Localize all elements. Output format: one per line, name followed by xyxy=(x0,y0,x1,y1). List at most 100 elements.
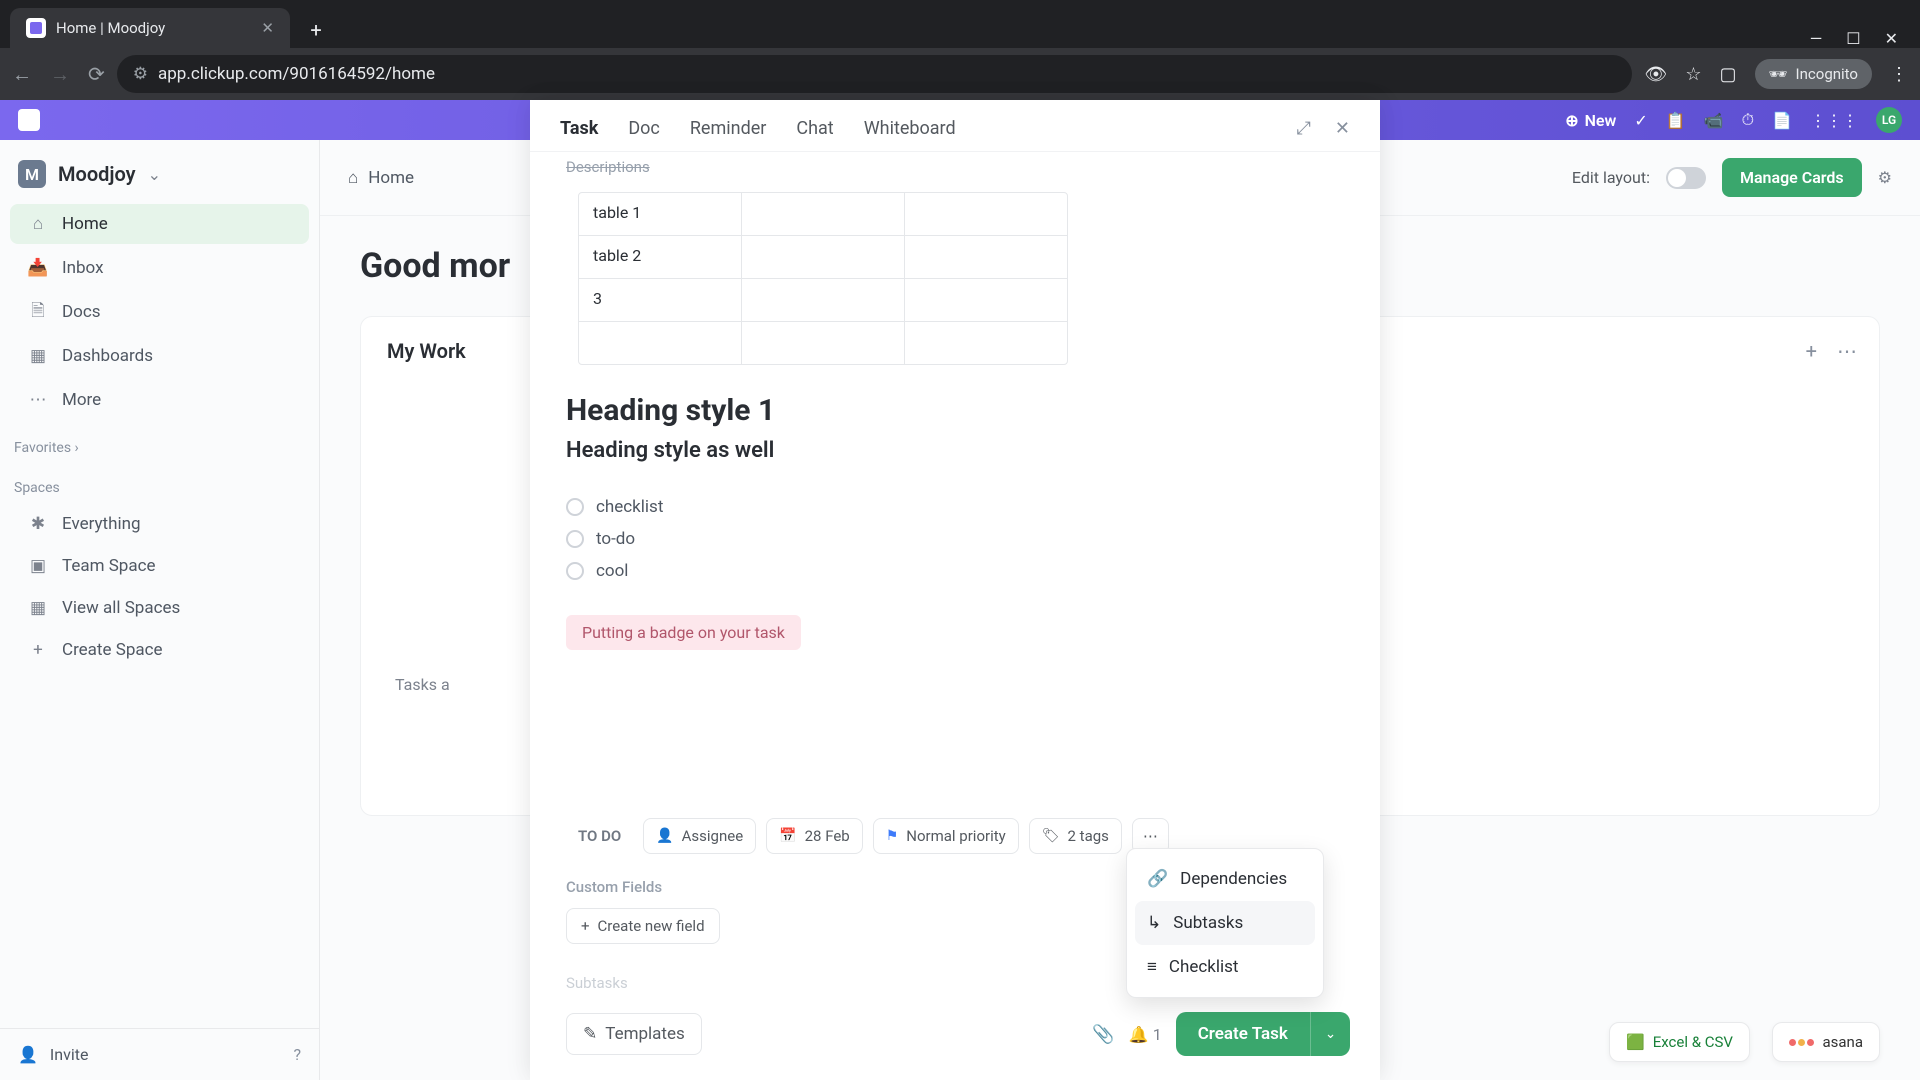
site-info-icon[interactable]: ⚙ xyxy=(133,64,148,84)
address-bar[interactable]: ⚙ app.clickup.com/9016164592/home xyxy=(117,55,1633,93)
workspace-switcher[interactable]: M Moodjoy ⌄ xyxy=(0,140,319,202)
sidebar-item-home[interactable]: ⌂ Home xyxy=(10,204,309,244)
more-icon[interactable]: ⋯ xyxy=(1837,339,1857,363)
check-circle-icon[interactable]: ✓ xyxy=(1634,111,1647,130)
new-button[interactable]: ⊕ New xyxy=(1565,111,1616,130)
create-task-button[interactable]: Create Task xyxy=(1176,1012,1310,1056)
network-icon: ✱ xyxy=(28,514,48,534)
sidebar-item-more[interactable]: ⋯ More xyxy=(10,380,309,420)
tab-reminder[interactable]: Reminder xyxy=(690,118,767,139)
tab-favicon-icon xyxy=(26,18,46,38)
list-icon: ≡ xyxy=(1147,957,1157,977)
tab-task[interactable]: Task xyxy=(560,118,598,139)
doc-icon: 🗎 xyxy=(28,302,48,322)
user-avatar[interactable]: LG xyxy=(1876,107,1902,133)
tab-whiteboard[interactable]: Whiteboard xyxy=(864,118,956,139)
tab-chat[interactable]: Chat xyxy=(796,118,833,139)
calendar-icon: 📅 xyxy=(779,828,796,844)
close-icon[interactable]: ✕ xyxy=(1335,118,1350,139)
table-row[interactable] xyxy=(579,322,1067,364)
description-table[interactable]: table 1 table 2 3 xyxy=(578,192,1068,365)
wand-icon: ✎ xyxy=(583,1024,597,1044)
apps-grid-icon[interactable]: ⋮⋮⋮ xyxy=(1810,111,1858,130)
sidebar-item-team-space[interactable]: ▣ Team Space xyxy=(10,546,309,586)
chevron-down-icon: ⌄ xyxy=(1325,1027,1336,1042)
tab-title: Home | Moodjoy xyxy=(56,19,165,37)
task-meta-row: TO DO 👤 Assignee 📅 28 Feb ⚑ Normal prior… xyxy=(530,794,1380,854)
table-row[interactable]: 3 xyxy=(579,279,1067,322)
reload-icon[interactable]: ⟳ xyxy=(88,62,105,87)
dropdown-item-checklist[interactable]: ≡ Checklist xyxy=(1135,945,1315,989)
bookmark-icon[interactable]: ☆ xyxy=(1685,64,1701,85)
breadcrumb[interactable]: ⌂ Home xyxy=(348,168,414,188)
checklist-item[interactable]: to-do xyxy=(566,523,1348,555)
eye-off-icon[interactable]: 👁 xyxy=(1644,64,1667,85)
dropdown-item-dependencies[interactable]: 🔗 Dependencies xyxy=(1135,857,1315,901)
minimize-icon[interactable]: — xyxy=(1810,29,1823,48)
notepad-icon[interactable]: 📄 xyxy=(1772,111,1792,130)
sidebar-item-create-space[interactable]: + Create Space xyxy=(10,630,309,670)
sidebar-item-everything[interactable]: ✱ Everything xyxy=(10,504,309,544)
video-icon[interactable]: 📹 xyxy=(1704,111,1724,130)
tag-icon: 🏷 xyxy=(1042,828,1060,844)
panel-icon[interactable]: ▢ xyxy=(1719,64,1736,85)
sidebar-item-dashboards[interactable]: ▦ Dashboards xyxy=(10,336,309,376)
sidebar-item-docs[interactable]: 🗎 Docs xyxy=(10,292,309,332)
radio-icon[interactable] xyxy=(566,498,584,516)
clickup-logo-icon[interactable] xyxy=(18,109,40,131)
back-icon[interactable]: ← xyxy=(12,62,32,87)
expand-icon[interactable]: ⤢ xyxy=(1297,118,1311,139)
plus-icon: + xyxy=(581,917,590,935)
forward-icon[interactable]: → xyxy=(50,62,70,87)
settings-icon[interactable]: ⚙ xyxy=(1878,168,1892,187)
table-row[interactable]: table 2 xyxy=(579,236,1067,279)
templates-button[interactable]: ✎ Templates xyxy=(566,1013,702,1055)
sidebar-item-view-all-spaces[interactable]: ▦ View all Spaces xyxy=(10,588,309,628)
edit-layout-label: Edit layout: xyxy=(1572,168,1650,187)
incognito-badge[interactable]: 🕶 Incognito xyxy=(1755,59,1873,89)
task-badge[interactable]: Putting a badge on your task xyxy=(566,615,801,650)
dropdown-item-subtasks[interactable]: ↳ Subtasks xyxy=(1135,901,1315,945)
home-icon: ⌂ xyxy=(28,214,48,234)
more-meta-dropdown: 🔗 Dependencies ↳ Subtasks ≡ Checklist xyxy=(1126,848,1324,998)
excel-csv-chip[interactable]: 🟩 Excel & CSV xyxy=(1609,1022,1750,1062)
edit-layout-toggle[interactable] xyxy=(1666,167,1706,189)
priority-pill[interactable]: ⚑ Normal priority xyxy=(873,818,1019,854)
excel-icon: 🟩 xyxy=(1626,1033,1645,1051)
favorites-section[interactable]: Favorites › xyxy=(0,422,319,462)
sidebar: M Moodjoy ⌄ ⌂ Home 📥 Inbox 🗎 Docs ▦ Dash… xyxy=(0,140,320,1080)
radio-icon[interactable] xyxy=(566,530,584,548)
maximize-icon[interactable]: ☐ xyxy=(1846,29,1860,48)
more-icon[interactable]: ⋮ xyxy=(1890,64,1908,85)
help-icon[interactable]: ? xyxy=(293,1045,301,1064)
status-pill[interactable]: TO DO xyxy=(566,819,633,853)
clipboard-icon[interactable]: 📋 xyxy=(1666,111,1686,130)
plus-circle-icon: ⊕ xyxy=(1565,111,1578,130)
radio-icon[interactable] xyxy=(566,562,584,580)
manage-cards-button[interactable]: Manage Cards xyxy=(1722,158,1862,197)
table-row[interactable]: table 1 xyxy=(579,193,1067,236)
asana-chip[interactable]: asana xyxy=(1772,1022,1880,1062)
heading-1[interactable]: Heading style 1 xyxy=(566,393,1348,428)
new-tab-button[interactable]: + xyxy=(298,12,334,48)
chevron-right-icon: › xyxy=(75,440,79,456)
add-icon[interactable]: + xyxy=(1806,339,1817,363)
stopwatch-icon[interactable]: ⏱ xyxy=(1742,110,1754,130)
attachment-icon[interactable]: 📎 xyxy=(1092,1024,1114,1045)
tab-close-icon[interactable]: ✕ xyxy=(261,19,274,37)
browser-tab[interactable]: Home | Moodjoy ✕ xyxy=(10,8,290,48)
assignee-pill[interactable]: 👤 Assignee xyxy=(643,818,756,854)
close-window-icon[interactable]: ✕ xyxy=(1885,29,1898,48)
invite-button[interactable]: 👤 Invite xyxy=(18,1045,88,1064)
date-pill[interactable]: 📅 28 Feb xyxy=(766,818,863,854)
ellipsis-icon: ⋯ xyxy=(28,390,48,410)
tab-doc[interactable]: Doc xyxy=(628,118,660,139)
create-task-dropdown[interactable]: ⌄ xyxy=(1310,1012,1350,1056)
notifications-button[interactable]: 🔔 1 xyxy=(1129,1025,1162,1044)
checklist-item[interactable]: checklist xyxy=(566,491,1348,523)
heading-2[interactable]: Heading style as well xyxy=(566,438,1348,463)
checklist-item[interactable]: cool xyxy=(566,555,1348,587)
tags-pill[interactable]: 🏷 2 tags xyxy=(1029,818,1122,854)
create-field-button[interactable]: + Create new field xyxy=(566,908,720,944)
sidebar-item-inbox[interactable]: 📥 Inbox xyxy=(10,248,309,288)
